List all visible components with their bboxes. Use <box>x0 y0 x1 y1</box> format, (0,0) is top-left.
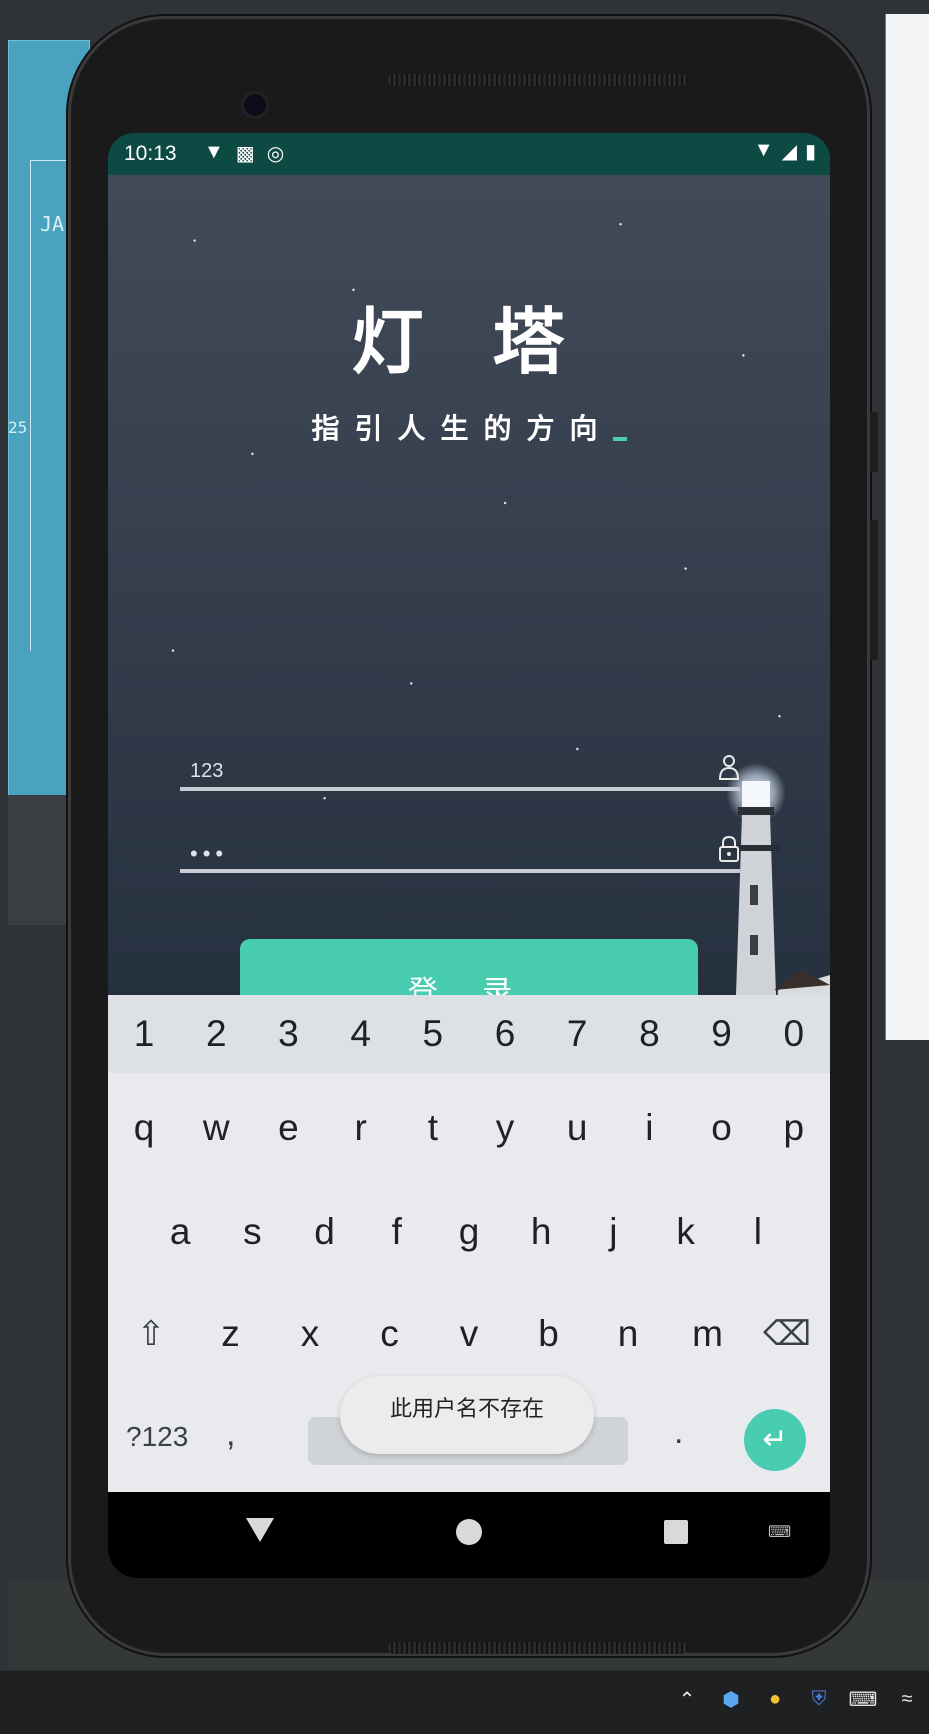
tray-input-method-icon[interactable]: ⌨ <box>849 1685 878 1713</box>
phone-power-button[interactable] <box>870 520 878 660</box>
starry-sky-background: 灯 塔 指引人生的方向 123 ••• 登 录 <box>108 175 830 1055</box>
navigation-bar: ⌨ <box>108 1492 830 1578</box>
status-time: 10:13 <box>124 142 177 165</box>
password-field[interactable]: ••• <box>180 825 740 873</box>
key-7[interactable]: 7 <box>542 1013 612 1055</box>
nav-back-icon[interactable] <box>246 1518 274 1542</box>
key-8[interactable]: 8 <box>614 1013 684 1055</box>
key-2[interactable]: 2 <box>181 1013 251 1055</box>
lock-icon <box>719 835 739 862</box>
phone-screen: 10:13 ▼ ▩ ◎ ▼ ◢ ▮ 灯 塔 指引人生的方向 123 ••• 登 … <box>108 133 830 1578</box>
data-saver-icon: ◎ <box>266 143 285 165</box>
key-0[interactable]: 0 <box>759 1013 829 1055</box>
keyboard-row-a: a s d f g h j k l <box>144 1183 794 1281</box>
enter-key-icon[interactable]: ↵ <box>744 1409 806 1471</box>
phone-volume-button[interactable] <box>870 412 878 472</box>
keyboard-number-row: 1 2 3 4 5 6 7 8 9 0 <box>108 995 830 1073</box>
earpiece-speaker <box>388 74 688 86</box>
key-z[interactable]: z <box>198 1313 264 1355</box>
sd-card-icon: ▩ <box>235 143 255 165</box>
status-left-icons: ▼ ▩ ◎ <box>204 141 284 166</box>
system-tray: ⌃ ⬢ ● ⛨ ⌨ ≈ <box>673 1685 921 1713</box>
tray-app-box-icon[interactable]: ⬢ <box>717 1685 745 1713</box>
nav-keyboard-switch-icon[interactable]: ⌨ <box>768 1522 791 1542</box>
key-l[interactable]: l <box>723 1211 793 1253</box>
ide-label-2: 25 <box>8 418 28 437</box>
key-9[interactable]: 9 <box>687 1013 757 1055</box>
key-n[interactable]: n <box>595 1313 661 1355</box>
key-t[interactable]: t <box>398 1107 468 1149</box>
key-6[interactable]: 6 <box>470 1013 540 1055</box>
app-title: 灯 塔 <box>351 299 587 384</box>
key-q[interactable]: q <box>109 1107 179 1149</box>
bottom-speaker <box>388 1642 688 1654</box>
windows-taskbar: ⌃ ⬢ ● ⛨ ⌨ ≈ <box>0 1670 929 1734</box>
desktop-right-panel <box>885 14 929 1040</box>
key-i[interactable]: i <box>614 1107 684 1149</box>
key-p[interactable]: p <box>759 1107 829 1149</box>
key-v[interactable]: v <box>436 1313 502 1355</box>
key-4[interactable]: 4 <box>326 1013 396 1055</box>
key-m[interactable]: m <box>675 1313 741 1355</box>
backspace-key-icon[interactable]: ⌫ <box>754 1314 820 1354</box>
app-subtitle-text: 指引人生的方向 <box>311 413 613 444</box>
key-f[interactable]: f <box>362 1211 432 1253</box>
front-camera <box>244 94 266 116</box>
username-value[interactable]: 123 <box>190 760 223 783</box>
key-s[interactable]: s <box>217 1211 287 1253</box>
typing-cursor <box>612 437 627 441</box>
key-h[interactable]: h <box>506 1211 576 1253</box>
key-r[interactable]: r <box>326 1107 396 1149</box>
key-e[interactable]: e <box>253 1107 323 1149</box>
username-field[interactable]: 123 <box>180 743 740 791</box>
key-x[interactable]: x <box>277 1313 343 1355</box>
key-1[interactable]: 1 <box>109 1013 179 1055</box>
key-u[interactable]: u <box>542 1107 612 1149</box>
key-k[interactable]: k <box>651 1211 721 1253</box>
period-key[interactable]: . <box>674 1413 683 1452</box>
tray-chevron-up-icon[interactable]: ⌃ <box>673 1685 701 1713</box>
keyboard-row-q: q w e r t y u i o p <box>108 1073 830 1183</box>
person-icon <box>718 755 740 780</box>
tray-qq-penguin-icon[interactable]: ● <box>761 1685 789 1713</box>
status-right-icons: ▼ ◢ ▮ <box>754 139 816 164</box>
tray-wifi-icon[interactable]: ≈ <box>893 1685 921 1713</box>
ide-label: JA <box>40 212 65 236</box>
toast-message: 此用户名不存在 <box>340 1376 594 1454</box>
key-b[interactable]: b <box>516 1313 582 1355</box>
tray-shield-icon[interactable]: ⛨ <box>805 1685 833 1713</box>
nav-home-icon[interactable] <box>456 1519 482 1545</box>
password-value[interactable]: ••• <box>190 841 228 867</box>
wifi-signal-icon: ▼ <box>753 139 774 161</box>
key-c[interactable]: c <box>357 1313 423 1355</box>
key-j[interactable]: j <box>578 1211 648 1253</box>
key-o[interactable]: o <box>687 1107 757 1149</box>
keyboard-row-z: ⇧ z x c v b n m ⌫ <box>108 1281 830 1387</box>
battery-icon: ▮ <box>804 141 816 163</box>
nav-recents-icon[interactable] <box>664 1520 688 1544</box>
key-d[interactable]: d <box>290 1211 360 1253</box>
app-subtitle: 指引人生的方向 <box>108 407 830 447</box>
wifi-question-icon: ▼ <box>204 141 224 163</box>
key-3[interactable]: 3 <box>253 1013 323 1055</box>
cell-signal-icon: ◢ <box>781 141 797 163</box>
key-y[interactable]: y <box>470 1107 540 1149</box>
comma-key[interactable]: , <box>226 1415 235 1454</box>
shift-key-icon[interactable]: ⇧ <box>118 1314 184 1354</box>
key-a[interactable]: a <box>145 1211 215 1253</box>
status-bar: 10:13 ▼ ▩ ◎ ▼ ◢ ▮ <box>108 133 830 175</box>
key-5[interactable]: 5 <box>398 1013 468 1055</box>
key-g[interactable]: g <box>434 1211 504 1253</box>
key-w[interactable]: w <box>181 1107 251 1149</box>
symbols-key[interactable]: ?123 <box>126 1421 188 1453</box>
